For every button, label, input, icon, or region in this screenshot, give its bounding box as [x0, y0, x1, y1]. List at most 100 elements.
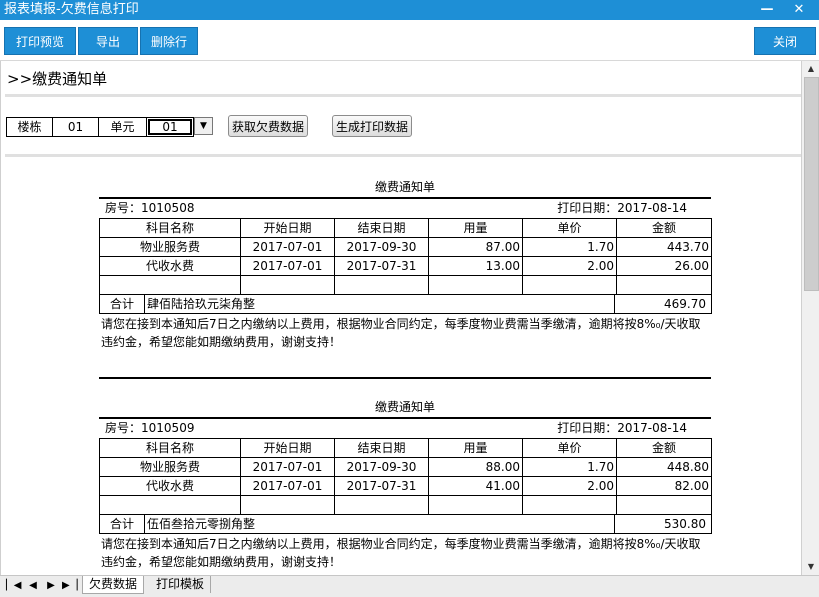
first-page-icon[interactable]: ▏◀ [6, 579, 21, 593]
end-date: 2017-07-31 [334, 256, 429, 276]
total-amount: 469.70 [664, 297, 706, 311]
item-name: 代收水费 [99, 256, 241, 276]
sheet-tab-bar: ▏◀ ◀ ▶ ▶▕ 欠费数据 打印模板 [0, 575, 819, 597]
delete-row-button[interactable]: 删除行 [140, 27, 198, 55]
start-date: 2017-07-01 [240, 476, 335, 496]
table-row[interactable]: 代收水费 2017-07-01 2017-07-31 13.00 2.00 26… [99, 256, 712, 276]
unit-price: 2.00 [522, 256, 617, 276]
room-number: 1010508 [141, 201, 195, 215]
total-row: 合计 伍佰叁拾元零捌角整 530.80 [99, 514, 712, 534]
tab-arrears-data[interactable]: 欠费数据 [82, 576, 145, 594]
notice-title: 缴费通知单 [374, 180, 435, 194]
unit-price: 1.70 [522, 457, 617, 477]
total-label: 合计 [101, 295, 145, 313]
close-window-icon[interactable]: ✕ [786, 0, 812, 20]
header-cell: 金额 [616, 218, 712, 238]
table-row[interactable] [99, 275, 712, 295]
unit-price: 1.70 [522, 237, 617, 257]
unit-label: 单元 [99, 118, 147, 136]
close-button[interactable]: 关闭 [754, 27, 816, 55]
fetch-arrears-button[interactable]: 获取欠费数据 [228, 115, 308, 137]
end-date: 2017-07-31 [334, 476, 429, 496]
amount: 448.80 [616, 457, 712, 477]
message-line: 请您在接到本通知后7日之内缴纳以上费用，根据物业合同约定，每季度物业费需当季缴清… [101, 317, 701, 331]
item-name: 物业服务费 [99, 457, 241, 477]
payment-notice: 缴费通知单 房号：1010508 打印日期：2017-08-14 科目名称 开始… [99, 179, 713, 351]
table-row[interactable]: 物业服务费 2017-07-01 2017-09-30 88.00 1.70 4… [99, 457, 712, 477]
notice-message: 请您在接到本通知后7日之内缴纳以上费用，根据物业合同约定，每季度物业费需当季缴清… [99, 535, 713, 571]
notice-separator [99, 377, 711, 379]
total-in-words: 肆佰陆拾玖元柒角整 [145, 295, 615, 313]
unit-select[interactable]: 01 [147, 118, 193, 136]
usage: 87.00 [428, 237, 523, 257]
export-button[interactable]: 导出 [78, 27, 138, 55]
header-cell: 开始日期 [240, 438, 335, 458]
start-date: 2017-07-01 [240, 457, 335, 477]
usage: 13.00 [428, 256, 523, 276]
next-page-icon[interactable]: ▶ [44, 579, 58, 593]
end-date: 2017-09-30 [334, 237, 429, 257]
table-row[interactable]: 代收水费 2017-07-01 2017-07-31 41.00 2.00 82… [99, 476, 712, 496]
window-title: 报表填报-欠费信息打印 [4, 2, 139, 17]
header-cell: 科目名称 [99, 218, 241, 238]
fee-table: 科目名称 开始日期 结束日期 用量 单价 金额 物业服务费 2017-07-01… [99, 218, 712, 314]
date-label: 打印日期： [557, 421, 618, 435]
table-header-row: 科目名称 开始日期 结束日期 用量 单价 金额 [99, 218, 712, 238]
unit-price: 2.00 [522, 476, 617, 496]
header-cell: 结束日期 [334, 218, 429, 238]
date-label: 打印日期： [557, 201, 618, 215]
scrollbar-thumb[interactable] [804, 77, 819, 291]
usage: 88.00 [428, 457, 523, 477]
item-name: 物业服务费 [99, 237, 241, 257]
print-preview-button[interactable]: 打印预览 [4, 27, 76, 55]
total-in-words: 伍佰叁拾元零捌角整 [145, 515, 615, 533]
table-row[interactable]: 物业服务费 2017-07-01 2017-09-30 87.00 1.70 4… [99, 237, 712, 257]
chevron-down-icon[interactable]: ▼ [194, 117, 213, 135]
print-date: 2017-08-14 [617, 421, 687, 435]
last-page-icon[interactable]: ▶▕ [62, 579, 77, 593]
room-label: 房号： [105, 421, 142, 435]
notice-title: 缴费通知单 [374, 400, 435, 414]
end-date: 2017-09-30 [334, 457, 429, 477]
header-cell: 金额 [616, 438, 712, 458]
amount: 26.00 [616, 256, 712, 276]
amount: 443.70 [616, 237, 712, 257]
header-cell: 单价 [522, 218, 617, 238]
generate-print-button[interactable]: 生成打印数据 [332, 115, 412, 137]
toolbar: 打印预览 导出 删除行 关闭 [0, 20, 819, 61]
print-date: 2017-08-14 [617, 201, 687, 215]
prev-page-icon[interactable]: ◀ [26, 579, 40, 593]
scroll-up-icon[interactable]: ▲ [802, 61, 819, 77]
scroll-down-icon[interactable]: ▼ [802, 559, 819, 575]
total-amount: 530.80 [664, 517, 706, 531]
vertical-scrollbar[interactable]: ▲ ▼ [801, 61, 819, 575]
room-label: 房号： [105, 201, 142, 215]
table-row[interactable] [99, 495, 712, 515]
message-line: 违约金，希望您能如期缴纳费用，谢谢支持！ [101, 555, 342, 569]
building-field[interactable]: 01 [53, 118, 99, 136]
start-date: 2017-07-01 [240, 256, 335, 276]
filter-bar: 楼栋 01 单元 01 [6, 117, 194, 137]
payment-notice: 缴费通知单 房号：1010509 打印日期：2017-08-14 科目名称 开始… [99, 399, 713, 571]
divider [5, 154, 802, 157]
header-cell: 单价 [522, 438, 617, 458]
tab-print-template[interactable]: 打印模板 [150, 576, 212, 593]
header-cell: 结束日期 [334, 438, 429, 458]
minimize-icon[interactable]: — [754, 0, 780, 20]
total-row: 合计 肆佰陆拾玖元柒角整 469.70 [99, 294, 712, 314]
table-header-row: 科目名称 开始日期 结束日期 用量 单价 金额 [99, 438, 712, 458]
page-heading: >>缴费通知单 [7, 70, 108, 88]
item-name: 代收水费 [99, 476, 241, 496]
title-bar: 报表填报-欠费信息打印 — ✕ [0, 0, 819, 20]
notice-message: 请您在接到本通知后7日之内缴纳以上费用，根据物业合同约定，每季度物业费需当季缴清… [99, 315, 713, 351]
content-area: >>缴费通知单 楼栋 01 单元 01 ▼ 获取欠费数据 生成打印数据 缴费通知… [0, 61, 802, 575]
header-cell: 科目名称 [99, 438, 241, 458]
usage: 41.00 [428, 476, 523, 496]
amount: 82.00 [616, 476, 712, 496]
start-date: 2017-07-01 [240, 237, 335, 257]
total-label: 合计 [101, 515, 145, 533]
message-line: 违约金，希望您能如期缴纳费用，谢谢支持！ [101, 335, 342, 349]
fee-table: 科目名称 开始日期 结束日期 用量 单价 金额 物业服务费 2017-07-01… [99, 438, 712, 534]
header-cell: 用量 [428, 438, 523, 458]
header-cell: 开始日期 [240, 218, 335, 238]
